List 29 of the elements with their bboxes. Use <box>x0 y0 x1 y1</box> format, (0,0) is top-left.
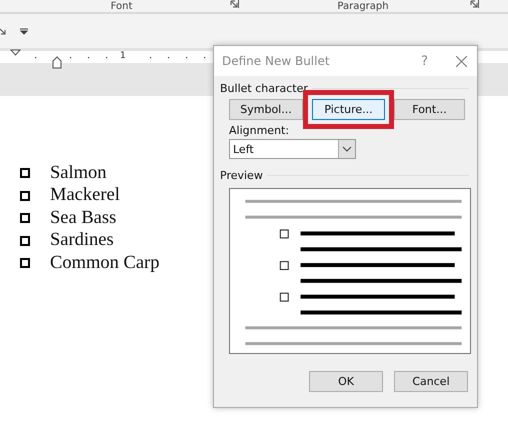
field-label: Alignment: <box>229 124 290 137</box>
list-item: Mackerel <box>50 185 120 206</box>
checkbox-bullet-icon <box>20 213 30 224</box>
dialog-title: Define New Bullet <box>222 54 331 68</box>
dialog-launcher-icon[interactable] <box>0 27 6 35</box>
list-item: Salmon <box>50 162 107 184</box>
group-label: Font <box>110 0 132 12</box>
dropdown-caret-icon[interactable] <box>338 140 355 158</box>
dialog-launcher-icon[interactable] <box>230 0 239 8</box>
customize-icon[interactable] <box>20 28 28 34</box>
list-item: Common Carp <box>50 252 160 274</box>
alignment-dropdown[interactable]: Left <box>229 139 356 159</box>
section-label: Preview <box>220 169 263 182</box>
list-item: Sea Bass <box>50 208 116 229</box>
checkbox-bullet-icon <box>20 190 30 201</box>
help-button[interactable]: ? <box>421 54 428 68</box>
close-icon[interactable] <box>456 56 467 66</box>
dialog-button[interactable]: Symbol... <box>229 99 303 120</box>
dialog-button[interactable]: OK <box>309 371 383 392</box>
checkbox-bullet-icon <box>20 236 30 246</box>
checkbox-bullet-icon <box>20 168 30 178</box>
checkbox-bullet-icon <box>20 258 30 268</box>
dialog-button[interactable]: Cancel <box>394 371 468 392</box>
list-item: Sardines <box>50 230 114 252</box>
dialog-launcher-icon[interactable] <box>470 0 479 8</box>
group-label: Paragraph <box>337 0 389 12</box>
dialog-button[interactable]: Font... <box>394 99 465 120</box>
section-label: Bullet character <box>220 82 308 95</box>
ruler-number: 1 <box>120 51 126 61</box>
